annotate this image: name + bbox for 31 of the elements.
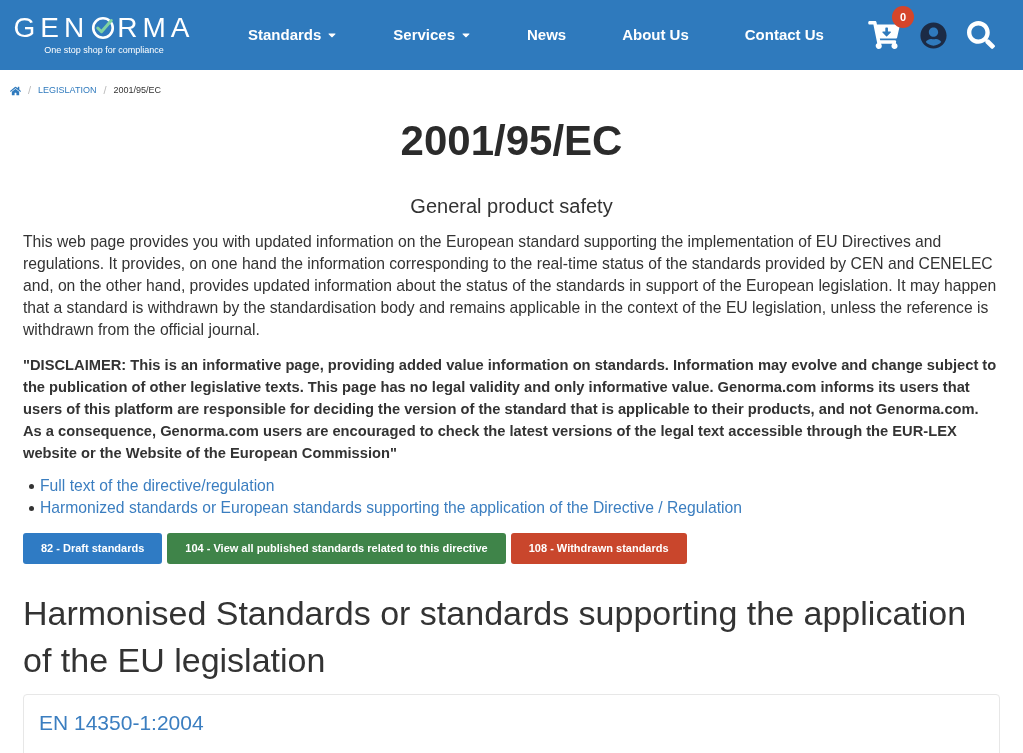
user-icon[interactable] xyxy=(920,21,947,49)
intro-paragraph: This web page provides you with updated information on the European standard supporting the implementation of EU Directives and regulations. It provides, on one hand the information corresponding to the real-time status of the standards provided by CEN and CENELEC and, on the other hand, provides updated information about the status of the standards in support of the European legislation. It may happen that a standard is withdrawn by the standardisation body and remains applicable in the context of the EU legislation, unless the reference is withdrawn from the official journal. xyxy=(23,232,998,340)
nav-link[interactable]: About Us xyxy=(622,23,689,47)
standard-link[interactable]: EN 14350-1:2004 xyxy=(39,711,204,734)
home-icon[interactable] xyxy=(10,85,21,96)
page-title: 2001/95/EC xyxy=(399,116,624,166)
search-icon[interactable] xyxy=(967,21,995,49)
logo-check-icon xyxy=(91,16,116,40)
breadcrumb-link[interactable]: LEGISLATION xyxy=(38,83,97,98)
nav-link[interactable]: Standards xyxy=(248,23,338,47)
page-subtitle: General product safety xyxy=(409,194,614,219)
standards-filter-button[interactable]: 104 - View all published standards related to this directive xyxy=(167,533,506,564)
nav-link[interactable]: Contact Us xyxy=(744,23,824,47)
cart-count-badge: 0 xyxy=(892,6,914,28)
section-heading: Harmonised Standards or standards supporting the application of the EU legislation xyxy=(23,593,968,681)
document-link[interactable]: Harmonized standards or European standards supporting the application of the Directive / Regulation xyxy=(40,496,742,520)
breadcrumb-separator: / xyxy=(103,83,107,99)
breadcrumb-separator: / xyxy=(28,83,32,99)
logo-tagline: One stop shop for compliance xyxy=(44,45,164,56)
standards-filter-button[interactable]: 82 - Draft standards xyxy=(23,533,163,564)
logo-text: RMA xyxy=(117,14,195,42)
disclaimer-paragraph: "DISCLAIMER: This is an informative page, providing added value information on standards. Information may evolve and change subject to the publication of other legislative texts. This page has no legal validity and only informative value. Genorma.com informs its users that users of this platform are responsible for deciding the version of the standard that is applicable to their products, and not Genorma.com. As a consequence, Genorma.com users are encouraged to check the latest versions of the legal text accessible through the EUR-LEX website or the Website of the European Commission" xyxy=(23,356,998,463)
cart-icon[interactable] xyxy=(868,21,900,49)
logo-text: GEN xyxy=(13,14,90,42)
bullet-icon xyxy=(29,483,34,489)
document-link[interactable]: Full text of the directive/regulation xyxy=(40,474,275,498)
breadcrumb-current: 2001/95/EC xyxy=(113,83,162,97)
nav-link[interactable]: Services xyxy=(393,23,472,47)
nav-link[interactable]: News xyxy=(527,23,567,47)
standards-filter-button[interactable]: 108 - Withdrawn standards xyxy=(510,533,687,564)
bullet-icon xyxy=(29,505,34,511)
